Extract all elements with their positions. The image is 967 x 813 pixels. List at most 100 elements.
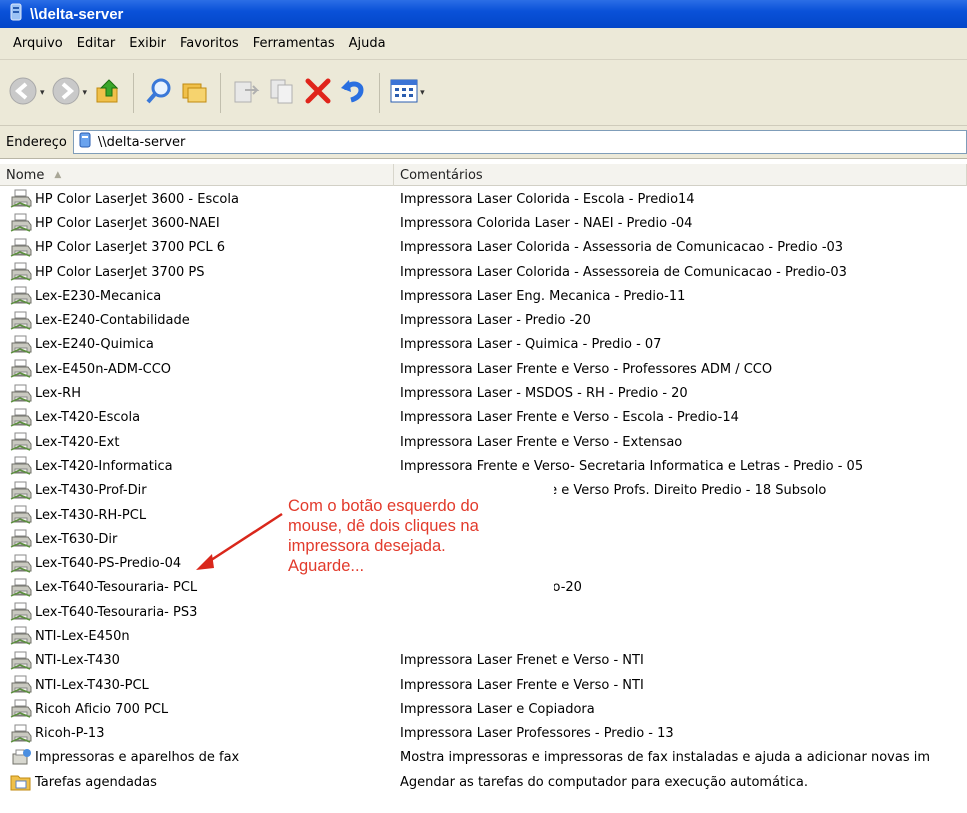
- printer-icon: [10, 626, 32, 646]
- item-name-cell[interactable]: HP Color LaserJet 3600-NAEI: [10, 213, 220, 233]
- item-name-cell[interactable]: Lex-T630-Dir: [10, 529, 117, 549]
- delete-icon: [303, 76, 333, 110]
- list-item[interactable]: NTI-Lex-T430-PCL Impressora Laser Frente …: [0, 673, 967, 697]
- server-icon: [8, 3, 24, 25]
- item-name: Lex-T430-Prof-Dir: [35, 483, 147, 499]
- item-name-cell[interactable]: Lex-T640-Tesouraria- PS3: [10, 602, 197, 622]
- views-icon: [390, 78, 418, 108]
- move-to-button[interactable]: [231, 71, 261, 115]
- item-name-cell[interactable]: Lex-RH: [10, 384, 81, 404]
- item-name: Lex-T420-Escola: [35, 410, 141, 426]
- printer-icon: [10, 262, 32, 282]
- copy-to-icon: [267, 76, 297, 110]
- list-item[interactable]: HP Color LaserJet 3700 PCL 6 Impressora L…: [0, 236, 967, 260]
- forward-icon: [51, 76, 81, 110]
- list-item[interactable]: HP Color LaserJet 3700 PS Impressora Lase…: [0, 260, 967, 284]
- title-bar: \\delta-server: [0, 0, 967, 28]
- toolbar-separator: [379, 72, 381, 113]
- item-name-cell[interactable]: Lex-E240-Quimica: [10, 335, 154, 355]
- folders-icon: [180, 76, 210, 110]
- printer-icon: [10, 286, 32, 306]
- menu-editar[interactable]: Editar: [70, 32, 123, 55]
- callout-line: impressora desejada.: [288, 537, 446, 555]
- list-item[interactable]: Lex-E450n-ADM-CCO Impressora Laser Frente…: [0, 357, 967, 381]
- item-name-cell[interactable]: Lex-T430-Prof-Dir: [10, 481, 147, 501]
- list-item[interactable]: Impressoras e aparelhos de fax Mostra imp…: [0, 746, 967, 770]
- list-item[interactable]: Lex-T420-Ext Impressora Laser Frente e Ve…: [0, 430, 967, 454]
- item-name: Ricoh-P-13: [35, 726, 105, 742]
- menu-arquivo[interactable]: Arquivo: [6, 32, 70, 55]
- list-item[interactable]: Lex-E240-Contabilidade Impressora Laser -…: [0, 308, 967, 332]
- forward-button[interactable]: ▾: [51, 71, 87, 115]
- list-item[interactable]: Lex-T420-Escola Impressora Laser Frente e…: [0, 406, 967, 430]
- item-name-cell[interactable]: NTI-Lex-T430: [10, 651, 120, 671]
- item-name-cell[interactable]: Lex-T430-RH-PCL: [10, 505, 146, 525]
- item-comment: Impressora Frente e Verso- Secretaria In…: [400, 458, 864, 474]
- copy-to-button[interactable]: [267, 71, 297, 115]
- delete-button[interactable]: [303, 71, 333, 115]
- item-name: Lex-T420-Informatica: [35, 458, 173, 474]
- item-name-cell[interactable]: Lex-T640-PS-Predio-04: [10, 554, 181, 574]
- item-name: NTI-Lex-T430: [35, 653, 120, 669]
- item-name-cell[interactable]: Lex-E450n-ADM-CCO: [10, 359, 171, 379]
- item-name: Lex-T640-PS-Predio-04: [35, 556, 182, 572]
- item-name-cell[interactable]: Impressoras e aparelhos de fax: [10, 748, 239, 768]
- list-item[interactable]: NTI-Lex-T430 Impressora Laser Frenet e Ve…: [0, 649, 967, 673]
- search-button[interactable]: [144, 71, 174, 115]
- printer-icon: [10, 213, 32, 233]
- column-name-header[interactable]: Nome ▲: [0, 164, 394, 186]
- item-name-cell[interactable]: HP Color LaserJet 3700 PCL 6: [10, 238, 225, 258]
- chevron-down-icon: ▾: [420, 87, 425, 98]
- item-name-cell[interactable]: HP Color LaserJet 3600 - Escola: [10, 189, 239, 209]
- printer-icon: [10, 408, 32, 428]
- server-icon: [78, 132, 92, 152]
- menu-ajuda[interactable]: Ajuda: [342, 32, 393, 55]
- printer-icon: [10, 359, 32, 379]
- move-to-icon: [231, 76, 261, 110]
- item-name-cell[interactable]: HP Color LaserJet 3700 PS: [10, 262, 205, 282]
- item-name-cell[interactable]: Ricoh-P-13: [10, 724, 104, 744]
- up-folder-button[interactable]: [93, 71, 123, 115]
- list-item[interactable]: HP Color LaserJet 3600-NAEI Impressora Co…: [0, 211, 967, 235]
- back-button[interactable]: ▾: [8, 71, 45, 115]
- printer-icon: [10, 384, 32, 404]
- sort-up-icon: ▲: [54, 170, 62, 180]
- item-name-cell[interactable]: Lex-E230-Mecanica: [10, 286, 161, 306]
- undo-button[interactable]: [339, 71, 369, 115]
- list-item[interactable]: Lex-E230-Mecanica Impressora Laser Eng. M…: [0, 284, 967, 308]
- item-comment: Impressora Laser Colorida - Assessoria d…: [400, 240, 844, 256]
- column-comment-header[interactable]: Comentários: [394, 164, 967, 186]
- list-item[interactable]: Ricoh Aficio 700 PCL Impressora Laser e C…: [0, 697, 967, 721]
- list-item[interactable]: Lex-T420-Informatica Impressora Frente e …: [0, 454, 967, 478]
- menu-ferramentas[interactable]: Ferramentas: [246, 32, 342, 55]
- printer-icon: [10, 189, 32, 209]
- callout-text: Com o botão esquerdo do mouse, dê dois c…: [288, 496, 552, 576]
- item-name-cell[interactable]: Lex-E240-Contabilidade: [10, 311, 190, 331]
- callout-arrow-icon: [196, 512, 283, 570]
- menu-exibir[interactable]: Exibir: [122, 32, 173, 55]
- printer-icon: [10, 432, 32, 452]
- item-comment: Impressora Laser Frente e Verso - Profes…: [400, 361, 773, 377]
- item-name: HP Color LaserJet 3700 PS: [35, 264, 205, 280]
- item-name-cell[interactable]: Lex-T640-Tesouraria- PCL: [10, 578, 197, 598]
- item-name-cell[interactable]: NTI-Lex-T430-PCL: [10, 675, 149, 695]
- item-name: Ricoh Aficio 700 PCL: [35, 701, 169, 717]
- list-item[interactable]: Lex-E240-Quimica Impressora Laser - Quimi…: [0, 333, 967, 357]
- item-name-cell[interactable]: Lex-T420-Ext: [10, 432, 119, 452]
- list-item[interactable]: Lex-RH Impressora Laser - MSDOS - RH - Pr…: [0, 381, 967, 405]
- item-name-cell[interactable]: Lex-T420-Escola: [10, 408, 140, 428]
- item-name-cell[interactable]: NTI-Lex-E450n: [10, 626, 130, 646]
- views-button[interactable]: ▾: [390, 71, 425, 115]
- list-item[interactable]: HP Color LaserJet 3600 - Escola Impressor…: [0, 187, 967, 211]
- item-name-cell[interactable]: Lex-T420-Informatica: [10, 456, 173, 476]
- item-name: Lex-E240-Quimica: [35, 337, 154, 353]
- menu-favoritos[interactable]: Favoritos: [173, 32, 246, 55]
- address-input[interactable]: \\delta-server: [72, 130, 967, 154]
- address-bar: Endereço \\delta-server: [0, 126, 967, 159]
- item-comment: Impressora Laser e Copiadora: [400, 701, 595, 717]
- list-item[interactable]: Ricoh-P-13 Impressora Laser Professores -…: [0, 722, 967, 746]
- folders-button[interactable]: [180, 71, 210, 115]
- item-name-cell[interactable]: Ricoh Aficio 700 PCL: [10, 699, 168, 719]
- item-name-cell[interactable]: Tarefas agendadas: [10, 772, 157, 792]
- list-item[interactable]: Tarefas agendadas Agendar as tarefas do c…: [0, 770, 967, 794]
